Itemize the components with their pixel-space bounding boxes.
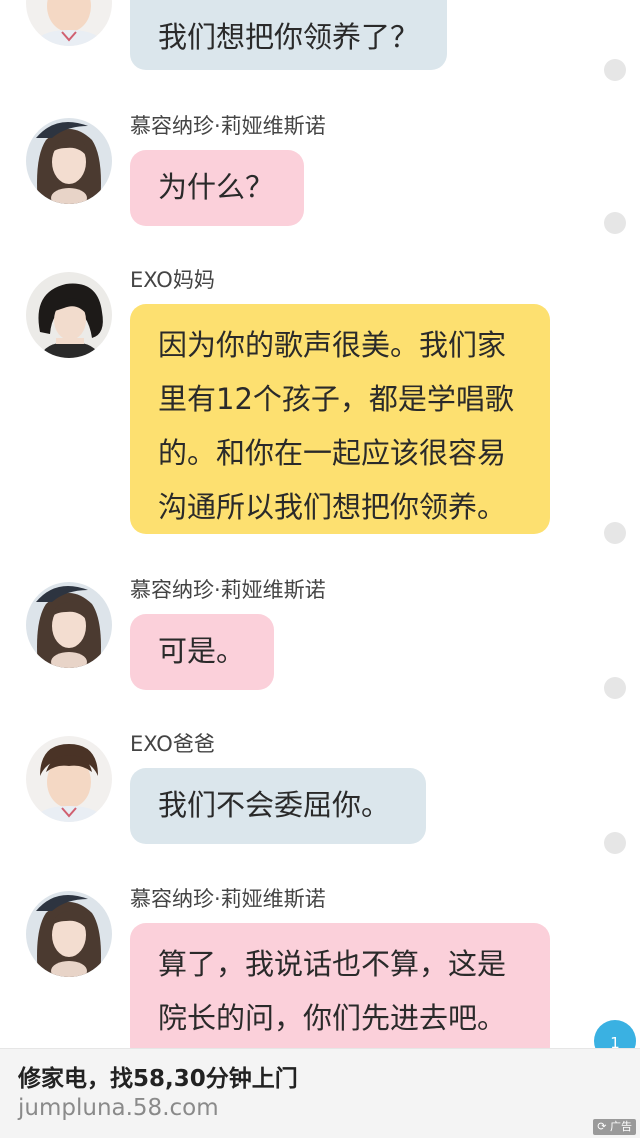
short-hair-woman-avatar[interactable] xyxy=(26,272,112,358)
message-text: 我们想把你领养了？ xyxy=(158,20,420,54)
message-status-dot xyxy=(604,522,626,544)
sender-name: 慕容纳珍·莉娅维斯诺 xyxy=(130,578,326,602)
sender-name: 慕容纳珍·莉娅维斯诺 xyxy=(130,887,326,911)
message-line: 沟通所以我们想把你领养。 xyxy=(158,490,507,524)
sender-name: EXO爸爸 xyxy=(130,732,215,756)
sender-name: EXO妈妈 xyxy=(130,268,215,292)
refresh-icon: ⟳ xyxy=(597,1120,607,1133)
message-line: 里有12个孩子，都是学唱歌 xyxy=(158,382,514,416)
message-status-dot xyxy=(604,212,626,234)
sender-name: 慕容纳珍·莉娅维斯诺 xyxy=(130,114,326,138)
exo-dad-avatar[interactable] xyxy=(26,736,112,822)
ad-url[interactable]: jumpluna.58.com xyxy=(18,1095,219,1121)
message-line: 因为你的歌声很美。我们家 xyxy=(158,328,507,362)
exo-dad-avatar[interactable] xyxy=(26,0,112,46)
long-hair-girl-avatar[interactable] xyxy=(26,118,112,204)
message-status-dot xyxy=(604,832,626,854)
ad-banner[interactable]: 修家电，找58,30分钟上门 jumpluna.58.com ⟳ 广告 xyxy=(0,1048,640,1138)
message-line: 院长的问，你们先进去吧。 xyxy=(158,1001,507,1035)
message-text: 为什么？ xyxy=(158,170,275,204)
ad-label: ⟳ 广告 xyxy=(593,1119,636,1135)
message-bubble[interactable]: 算了，我说话也不算，这是 院长的问，你们先进去吧。 xyxy=(130,923,550,1063)
message-line: 算了，我说话也不算，这是 xyxy=(158,947,507,981)
message-bubble[interactable]: 为什么？ xyxy=(130,150,304,226)
ad-title[interactable]: 修家电，找58,30分钟上门 xyxy=(18,1059,298,1093)
long-hair-girl-avatar[interactable] xyxy=(26,891,112,977)
message-status-dot xyxy=(604,59,626,81)
message-text: 我们不会委屈你。 xyxy=(158,788,391,822)
message-bubble[interactable]: 因为你的歌声很美。我们家 里有12个孩子，都是学唱歌 的。和你在一起应该很容易 … xyxy=(130,304,550,534)
message-status-dot xyxy=(604,677,626,699)
message-bubble[interactable]: 可是。 xyxy=(130,614,274,690)
ad-tag-text: 广告 xyxy=(610,1120,632,1133)
message-bubble[interactable]: 我们想把你领养了？ xyxy=(130,0,448,70)
message-line: 的。和你在一起应该很容易 xyxy=(158,436,507,470)
message-bubble[interactable]: 我们不会委屈你。 xyxy=(130,768,426,844)
message-text: 可是。 xyxy=(158,634,246,668)
long-hair-girl-avatar[interactable] xyxy=(26,582,112,668)
